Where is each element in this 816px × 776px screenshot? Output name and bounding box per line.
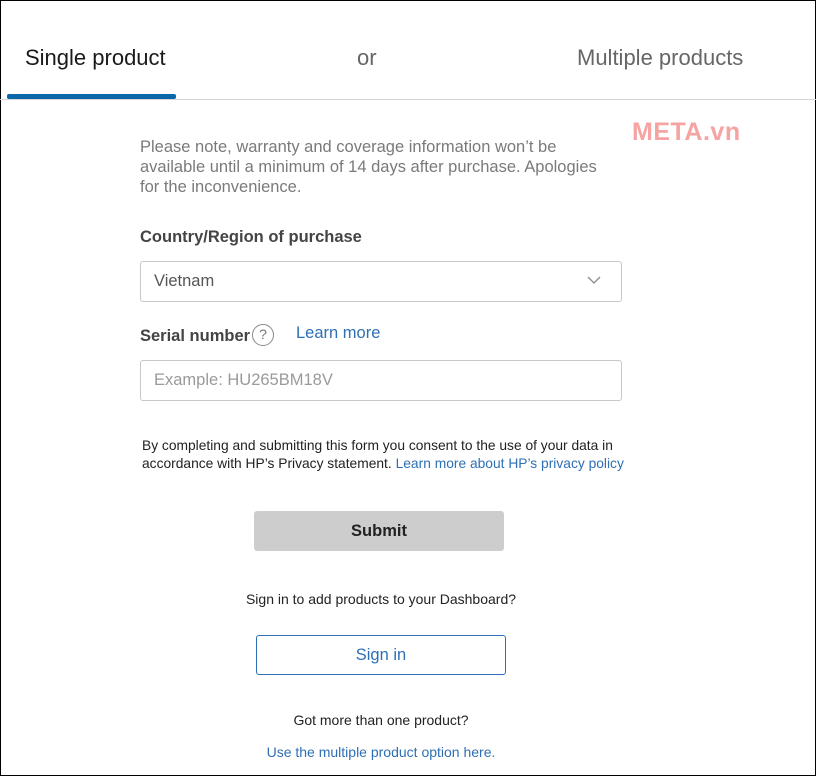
tab-single-product[interactable]: Single product [25,45,166,71]
serial-number-input[interactable] [140,360,622,401]
learn-more-link[interactable]: Learn more [296,324,380,343]
chevron-down-icon [587,276,601,284]
multiple-product-option-link[interactable]: Use the multiple product option here. [0,744,762,760]
multiple-products-prompt: Got more than one product? [293,712,469,728]
tab-bar: Single product or Multiple products [0,0,816,100]
consent-text: By completing and submitting this form y… [142,437,632,473]
country-label: Country/Region of purchase [140,228,362,246]
tab-multiple-products[interactable]: Multiple products [577,45,743,71]
watermark-logo: META.vn [632,118,741,146]
signin-prompt: Sign in to add products to your Dashboar… [245,591,517,607]
country-select[interactable]: Vietnam [140,261,622,302]
country-selected-value: Vietnam [154,272,215,290]
serial-number-label: Serial number [140,327,251,345]
warranty-note: Please note, warranty and coverage infor… [140,138,597,196]
sign-in-button[interactable]: Sign in [256,635,506,675]
privacy-policy-link[interactable]: Learn more about HP’s privacy policy [396,456,624,471]
tab-separator-or: or [357,45,377,70]
submit-button[interactable]: Submit [254,511,504,551]
help-icon[interactable]: ? [252,324,274,346]
active-tab-indicator [7,94,176,99]
